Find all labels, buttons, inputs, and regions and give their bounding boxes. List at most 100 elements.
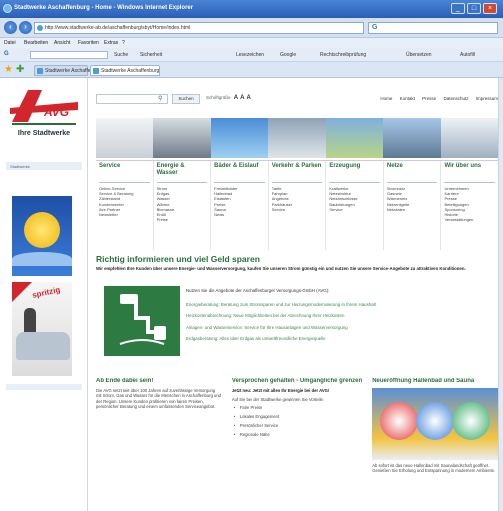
toolbar-search[interactable]: Suche — [114, 52, 128, 58]
toolbar-translate[interactable]: Übersetzen — [406, 52, 432, 58]
toolbar-bookmarks[interactable]: Lesezeichen — [236, 52, 264, 58]
toolbar-autofill[interactable]: Autofill — [460, 52, 475, 58]
nav-grids: Netze Stromnetz Gasnetz Wärmenetz Netzen… — [384, 161, 442, 250]
toolbar-search-input[interactable] — [30, 51, 108, 59]
photo-traffic — [268, 118, 326, 158]
menu-favorites[interactable]: Favoriten — [78, 40, 99, 46]
nav-item[interactable]: Service — [329, 207, 380, 212]
menu-view[interactable]: Ansicht — [54, 40, 70, 46]
teaser-2: Versprochen gehalten - Umgangliche grenz… — [232, 378, 362, 511]
pool-disc-graphic — [416, 401, 455, 440]
address-bar-row: ‹ › http://www.stadtwerke-ab.de/aschaffe… — [0, 18, 503, 38]
nav-generation-title[interactable]: Erzeugung — [329, 163, 380, 183]
browser-search-input[interactable]: G — [368, 22, 498, 34]
google-toolbar: G Suche Sicherheit Lesezeichen Google Re… — [0, 48, 503, 62]
teaser-2-title[interactable]: Versprochen gehalten - Umgangliche grenz… — [232, 378, 362, 385]
teaser-1: Ab Ende dabei sein! Die AVG setzt seit ü… — [96, 378, 222, 511]
energy-ad-banner[interactable] — [12, 196, 72, 276]
address-input[interactable]: http://www.stadtwerke-ab.de/aschaffenbur… — [34, 22, 364, 34]
nav-generation: Erzeugung Kraftwerke Netzstruktur Netzan… — [326, 161, 384, 250]
search-button[interactable]: Suchen — [172, 94, 200, 104]
photo-energy — [153, 118, 211, 158]
photo-service — [96, 118, 154, 158]
nav-energy-title[interactable]: Energie & Wasser — [156, 163, 208, 183]
header-tools: ⚲ Suchen Schriftgröße AAA Home Kontakt P… — [96, 94, 498, 106]
font-size-control: Schriftgröße AAA — [206, 95, 251, 101]
teaser-1-title[interactable]: Ab Ende dabei sein! — [96, 378, 222, 385]
menu-help[interactable]: ? — [122, 40, 125, 46]
window-title: Stadtwerke Aschaffenburg - Home - Window… — [14, 5, 194, 11]
promo-item[interactable]: Energieberatung: Beratung zum Stromspare… — [186, 302, 498, 308]
back-button[interactable]: ‹ — [4, 21, 17, 34]
link-privacy[interactable]: Datenschutz — [443, 96, 468, 101]
nav-about-title[interactable]: Wir über uns — [444, 163, 496, 183]
nav-about: Wir über uns Unternehmen Karriere Presse… — [441, 161, 498, 250]
sun-graphic — [24, 212, 60, 248]
nav-item[interactable]: Veranstaltungen — [444, 217, 495, 222]
page-headline: Richtig informieren und viel Geld sparen — [96, 254, 260, 264]
close-button[interactable]: × — [483, 3, 497, 14]
font-medium-button[interactable]: A — [240, 95, 244, 101]
forward-button[interactable]: › — [19, 21, 32, 34]
teaser-columns: Ab Ende dabei sein! Die AVG setzt seit ü… — [96, 378, 498, 511]
nav-item[interactable]: Newsletter — [99, 212, 150, 217]
mobility-ad-banner[interactable]: spritzig — [12, 282, 72, 376]
browser-icon — [3, 4, 12, 13]
toolbar-security[interactable]: Sicherheit — [140, 52, 162, 58]
menu-file[interactable]: Datei — [4, 40, 16, 46]
nav-item[interactable]: Service — [272, 207, 323, 212]
logo-subtitle: Ihre Stadtwerke — [17, 130, 71, 137]
plug-teaser-image[interactable] — [104, 286, 180, 356]
avg-logo[interactable]: AVG — [8, 84, 80, 128]
menu-edit[interactable]: Bearbeiten — [24, 40, 48, 46]
promo-item[interactable]: Erdgasberatung: Alles über Erdgas als um… — [186, 336, 498, 342]
teaser-3: Neueröffnung Hallenbad und Sauna Ab sofo… — [372, 378, 498, 511]
vertical-scrollbar[interactable] — [498, 78, 503, 511]
nav-energy: Energie & Wasser Strom Erdgas Wasser Wär… — [154, 161, 212, 250]
nav-item[interactable]: News — [214, 212, 265, 217]
logo-text: AVG — [43, 105, 69, 119]
link-contact[interactable]: Kontakt — [400, 96, 415, 101]
tab-2-label: Stadtwerke Aschaffenburg — [101, 68, 160, 74]
toolbar-google[interactable]: Google — [280, 52, 296, 58]
nav-service-title[interactable]: Service — [99, 163, 150, 183]
nav-pools-title[interactable]: Bäder & Eislauf — [214, 163, 265, 183]
promo-list: Nutzen Sie die Angebote der Aschaffenbur… — [186, 288, 498, 348]
promo-item[interactable]: Heizkostenabrechnung: Neue Möglichkeiten… — [186, 313, 498, 319]
maximize-button[interactable]: □ — [467, 3, 481, 14]
teaser-2-lead: Jetzt neu: Jetzt mit allen Ihr Energie b… — [231, 387, 330, 393]
nav-traffic-title[interactable]: Verkehr & Parken — [271, 163, 323, 183]
font-large-button[interactable]: A — [246, 95, 250, 101]
toolbar-spellcheck[interactable]: Rechtschreibprüfung — [320, 52, 366, 58]
link-press[interactable]: Presse — [422, 96, 436, 101]
left-nav-link[interactable]: Stadtwerke — [6, 162, 82, 170]
link-home[interactable]: Home — [380, 96, 392, 101]
top-links: Home Kontakt Presse Datenschutz Impressu… — [374, 96, 498, 101]
promo-item[interactable]: Anlagen- und Wasserservice: Service für … — [186, 325, 498, 331]
minimize-button[interactable]: _ — [451, 3, 465, 14]
add-favorite-icon[interactable]: ✚ — [16, 64, 24, 75]
photo-strip — [96, 118, 498, 158]
menu-bar: Datei Bearbeiten Ansicht Favoriten Extra… — [0, 38, 503, 48]
teaser-3-body: Ab sofort ist das neue Hallenbad mit Sau… — [372, 462, 496, 474]
tab-1[interactable]: Stadtwerke Aschaffenburg — [34, 65, 103, 76]
nav-pools: Bäder & Eislauf Freizeitbäder Hallenbad … — [211, 161, 269, 250]
google-logo-icon: G — [4, 51, 9, 57]
font-size-label: Schriftgröße — [206, 95, 231, 100]
nav-grids-title[interactable]: Netze — [386, 163, 438, 183]
nav-item[interactable]: Preise — [157, 217, 208, 222]
intro-text: Wir empfehlen Ihre Kunden über unsere En… — [96, 266, 466, 271]
tab-favicon — [93, 68, 99, 74]
favorites-star-icon[interactable]: ★ — [4, 64, 13, 75]
teaser-2-bullet: Regionale Nähe — [232, 430, 362, 439]
menu-tools[interactable]: Extras — [104, 40, 118, 46]
teaser-3-title[interactable]: Neueröffnung Hallenbad und Sauna — [372, 378, 498, 385]
nav-traffic: Verkehr & Parken Tarife Fahrplan Angebot… — [269, 161, 327, 250]
link-imprint[interactable]: Impressum — [476, 96, 498, 101]
web-page: AVG Ihre Stadtwerke Stadtwerke spritzig … — [0, 78, 503, 511]
nav-item[interactable]: Netzdaten — [387, 207, 438, 212]
font-small-button[interactable]: A — [234, 95, 238, 101]
pool-teaser-image[interactable] — [372, 387, 498, 460]
tab-favicon — [37, 68, 43, 74]
tab-2[interactable]: Stadtwerke Aschaffenburg — [90, 65, 160, 76]
